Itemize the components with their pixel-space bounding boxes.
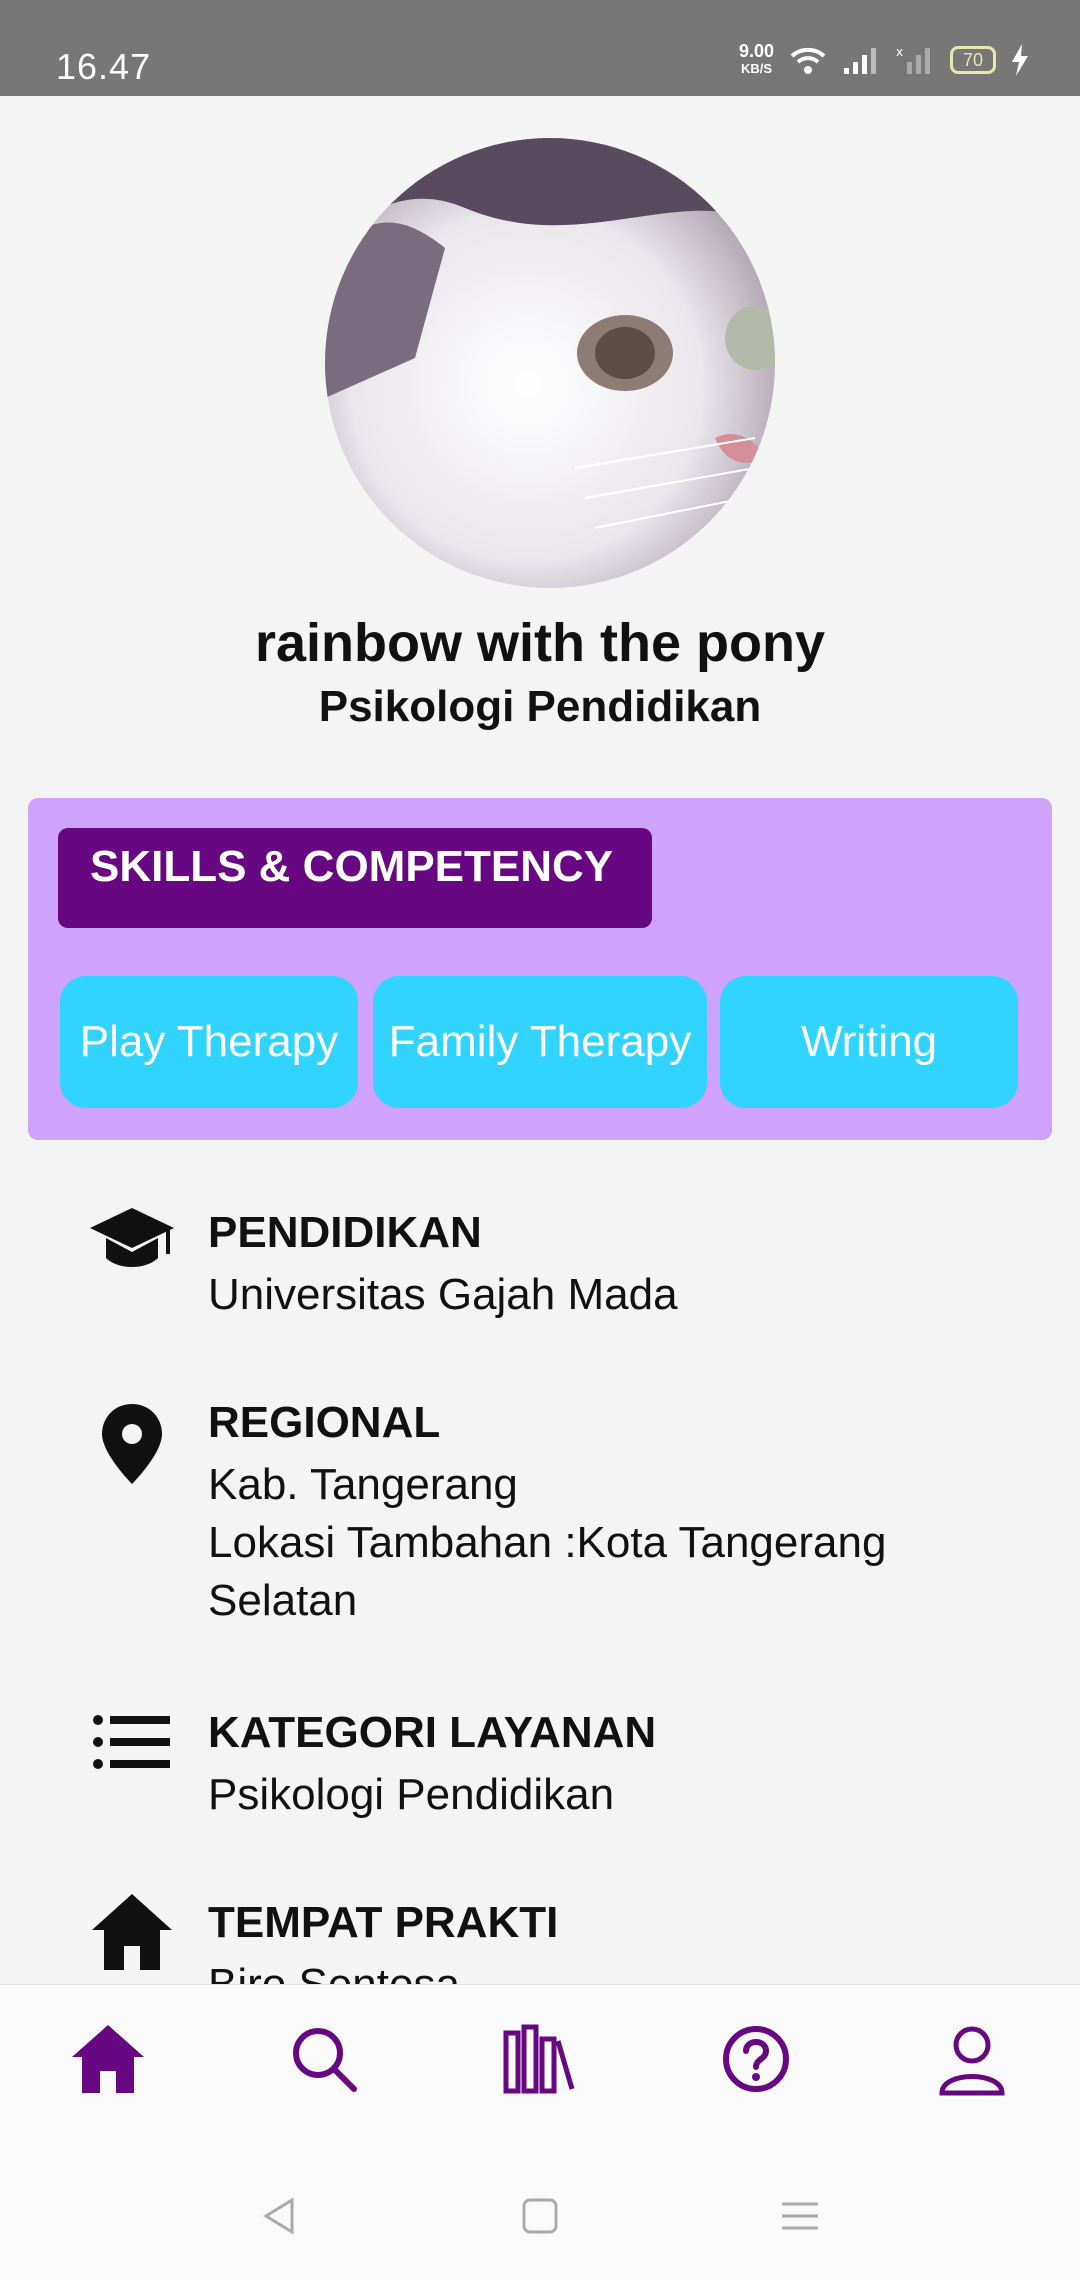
education-title: PENDIDIKAN — [208, 1208, 482, 1257]
home-icon[interactable] — [68, 2019, 148, 2099]
signal-no-service-icon: x — [896, 45, 930, 74]
svg-text:x: x — [896, 45, 903, 59]
search-icon[interactable] — [284, 2019, 364, 2099]
profile-icon[interactable] — [932, 2019, 1012, 2099]
menu-icon[interactable] — [778, 2194, 822, 2238]
help-icon[interactable] — [716, 2019, 796, 2099]
profile-specialty: Psikologi Pendidikan — [318, 682, 762, 731]
regional-line-2: Lokasi Tambahan :Kota Tangerang — [208, 1518, 887, 1567]
profile-name: rainbow with the pony — [255, 613, 825, 673]
house-icon — [92, 1894, 172, 1970]
location-pin-icon — [102, 1404, 162, 1484]
practice-value: Biro Sentosa — [208, 1956, 460, 1984]
library-icon[interactable] — [500, 2019, 580, 2099]
category-value: Psikologi Pendidikan — [208, 1770, 615, 1819]
education-value: Universitas Gajah Mada — [208, 1270, 678, 1319]
charging-icon — [1012, 44, 1028, 76]
status-time: 16.47 — [56, 46, 152, 87]
regional-section: REGIONAL Kab. Tangerang Lokasi Tambahan … — [0, 1390, 1080, 1650]
regional-line-3: Selatan — [208, 1576, 358, 1625]
category-section: KATEGORI LAYANAN Psikologi Pendidikan — [0, 1700, 1080, 1840]
signal-icon — [844, 48, 876, 74]
system-nav-bar — [0, 2148, 1080, 2280]
practice-title: TEMPAT PRAKTI — [208, 1898, 559, 1947]
profile-avatar — [325, 138, 775, 588]
back-icon[interactable] — [258, 2194, 302, 2238]
regional-title: REGIONAL — [208, 1398, 441, 1447]
education-section: PENDIDIKAN Universitas Gajah Mada — [0, 1200, 1080, 1340]
battery-icon: 70 — [950, 46, 996, 74]
wifi-icon — [790, 47, 826, 74]
skills-card: SKILLS & COMPETENCY Play Therapy Family … — [28, 798, 1052, 1140]
graduation-cap-icon — [90, 1208, 174, 1267]
cat-photo — [325, 138, 775, 588]
home-button-icon[interactable] — [518, 2194, 562, 2238]
practice-section: TEMPAT PRAKTI Biro Sentosa — [0, 1890, 1080, 1984]
skill-chip[interactable]: Writing — [720, 976, 1018, 1108]
status-icons: 9.00 KB/S x 70 — [739, 40, 1030, 80]
network-speed: 9.00 KB/S — [738, 41, 774, 76]
bottom-nav — [0, 1984, 1080, 2149]
category-title: KATEGORI LAYANAN — [208, 1708, 657, 1757]
skill-chip[interactable]: Family Therapy — [373, 976, 707, 1108]
regional-line-1: Kab. Tangerang — [208, 1460, 518, 1509]
skills-title: SKILLS & COMPETENCY — [58, 828, 652, 928]
skill-chip[interactable]: Play Therapy — [60, 976, 358, 1108]
list-icon — [93, 1715, 170, 1769]
status-bar: 16.47 9.00 KB/S x 70 — [0, 0, 1080, 96]
